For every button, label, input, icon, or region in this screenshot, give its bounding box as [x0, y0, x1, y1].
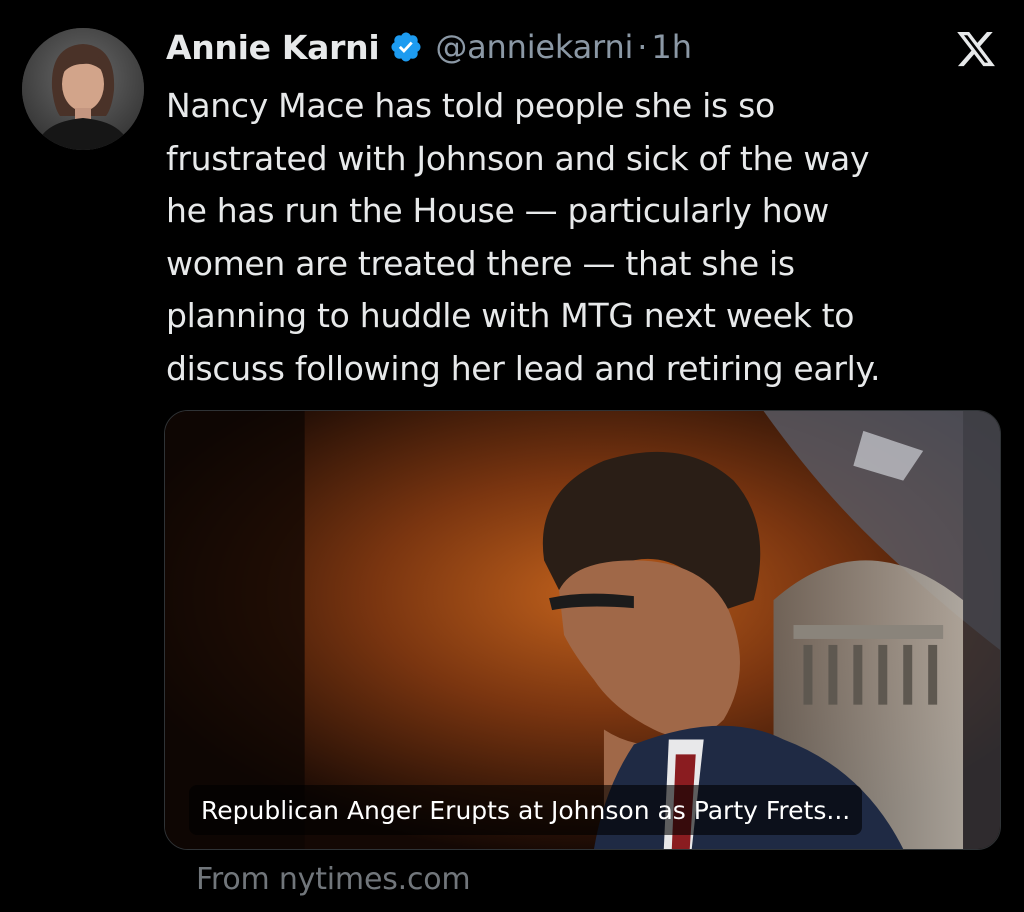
timestamp[interactable]: 1h — [651, 28, 692, 66]
link-card[interactable]: Republican Anger Erupts at Johnson as Pa… — [164, 410, 1001, 850]
avatar[interactable] — [22, 28, 144, 150]
card-image — [165, 411, 1000, 849]
tweet-text: Nancy Mace has told people she is so fru… — [166, 80, 996, 395]
tweet-text-line: planning to huddle with MTG next week to — [166, 296, 855, 335]
separator-dot: · — [637, 28, 648, 66]
tweet-text-line: discuss following her lead and retiring … — [166, 348, 881, 388]
author-handle[interactable]: @anniekarni — [435, 28, 633, 66]
tweet-text-line: he has run the House — particularly how — [166, 191, 829, 230]
tweet-text-line: women are treated there — that she is — [166, 243, 795, 283]
card-title[interactable]: Republican Anger Erupts at Johnson as Pa… — [189, 785, 863, 835]
tweet-header: Annie Karni @anniekarni · 1h — [166, 22, 692, 72]
tweet-text-line: frustrated with Johnson and sick of the … — [166, 138, 870, 178]
verified-badge-icon — [389, 30, 423, 64]
author-name[interactable]: Annie Karni — [166, 28, 380, 67]
x-logo-icon — [952, 28, 1000, 70]
card-source[interactable]: From nytimes.com — [196, 862, 471, 897]
tweet-text-line: Nancy Mace has told people she is so — [166, 86, 775, 125]
